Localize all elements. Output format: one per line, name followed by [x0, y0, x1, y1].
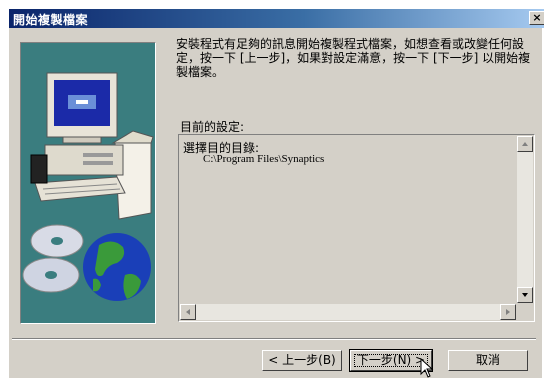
vertical-scrollbar[interactable] — [517, 136, 533, 303]
destination-path: C:\Program Files\Synaptics — [203, 153, 325, 165]
close-button[interactable]: × — [529, 11, 544, 25]
cancel-button-label: 取消 — [475, 353, 500, 367]
setup-illustration — [20, 42, 156, 324]
scroll-left-button[interactable] — [180, 304, 196, 320]
mouse-cursor-icon — [420, 358, 434, 378]
scroll-up-button[interactable] — [517, 136, 533, 152]
scroll-left-icon — [186, 309, 190, 315]
instruction-message: 安裝程式有足夠的訊息開始複製程式檔案，如想查看或改變任何設定，按一下 [上一步]… — [176, 37, 531, 79]
close-icon: × — [532, 11, 542, 24]
button-separator — [12, 338, 536, 340]
settings-textbox[interactable]: 選擇目的目錄: C:\Program Files\Synaptics — [178, 134, 535, 322]
scrollbar-corner — [517, 304, 533, 320]
horizontal-scrollbar[interactable] — [180, 304, 516, 320]
back-button[interactable]: < 上一步(B) — [262, 350, 342, 371]
back-button-label: < 上一步(B) — [268, 353, 336, 367]
cd-discs-icon — [22, 224, 84, 293]
scroll-right-button[interactable] — [500, 304, 516, 320]
scroll-right-icon — [506, 309, 510, 315]
current-settings-label: 目前的設定: — [180, 120, 245, 134]
scroll-down-icon — [522, 293, 528, 297]
scroll-down-button[interactable] — [517, 287, 533, 303]
scroll-up-icon — [522, 142, 528, 146]
title-bar[interactable]: 開始複製檔案 — [9, 9, 544, 28]
cancel-button[interactable]: 取消 — [448, 350, 528, 371]
next-button-label: 下一步(N) > — [356, 353, 426, 367]
computer-icon — [22, 72, 154, 301]
settings-text-area[interactable]: 選擇目的目錄: C:\Program Files\Synaptics — [180, 136, 516, 303]
window-title: 開始複製檔案 — [13, 13, 89, 27]
